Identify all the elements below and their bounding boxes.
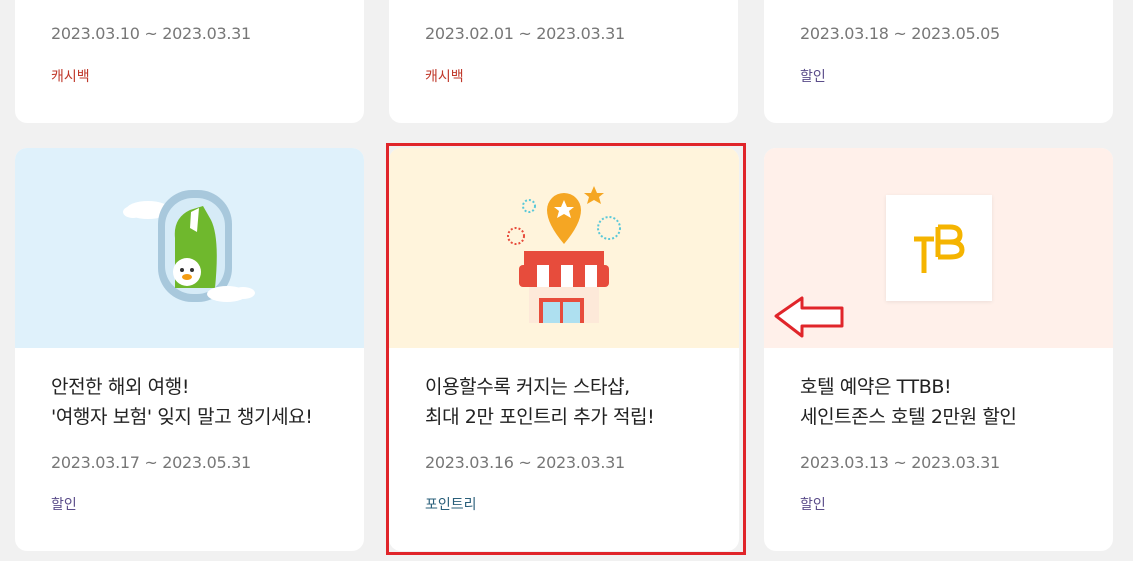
event-tag: 캐시백 — [425, 69, 464, 85]
airplane-window-crocodile-illustration — [123, 190, 255, 302]
event-date: 2023.03.17 ~ 2023.05.31 — [51, 453, 251, 472]
event-date: 2023.02.01 ~ 2023.03.31 — [425, 24, 625, 43]
event-card-2[interactable]: 2023.02.01 ~ 2023.03.31 캐시백 — [389, 0, 738, 123]
event-card-3[interactable]: 2023.03.18 ~ 2023.05.05 할인 — [764, 0, 1113, 123]
event-date: 2023.03.13 ~ 2023.03.31 — [800, 453, 1000, 472]
event-tag: 할인 — [51, 497, 77, 513]
event-tag: 할인 — [800, 69, 826, 85]
left-arrow-icon — [774, 296, 844, 338]
event-card-travel-insurance[interactable]: 안전한 해외 여행! '여행자 보험' 잊지 말고 챙기세요! 2023.03.… — [15, 148, 364, 551]
event-card-1[interactable]: 2023.03.10 ~ 2023.03.31 캐시백 — [15, 0, 364, 123]
ttbb-logo — [886, 195, 992, 301]
event-date: 2023.03.10 ~ 2023.03.31 — [51, 24, 251, 43]
event-title: 호텔 예약은 TTBB! 세인트존스 호텔 2만원 할인 — [800, 376, 1017, 428]
event-card-ttbb-hotel[interactable]: 호텔 예약은 TTBB! 세인트존스 호텔 2만원 할인 2023.03.13 … — [764, 148, 1113, 551]
event-title: 안전한 해외 여행! '여행자 보험' 잊지 말고 챙기세요! — [51, 376, 313, 428]
event-banner — [15, 148, 364, 348]
event-date: 2023.03.18 ~ 2023.05.05 — [800, 24, 1000, 43]
event-tag: 캐시백 — [51, 69, 90, 85]
event-tag: 할인 — [800, 497, 826, 513]
highlight-box — [386, 143, 746, 555]
